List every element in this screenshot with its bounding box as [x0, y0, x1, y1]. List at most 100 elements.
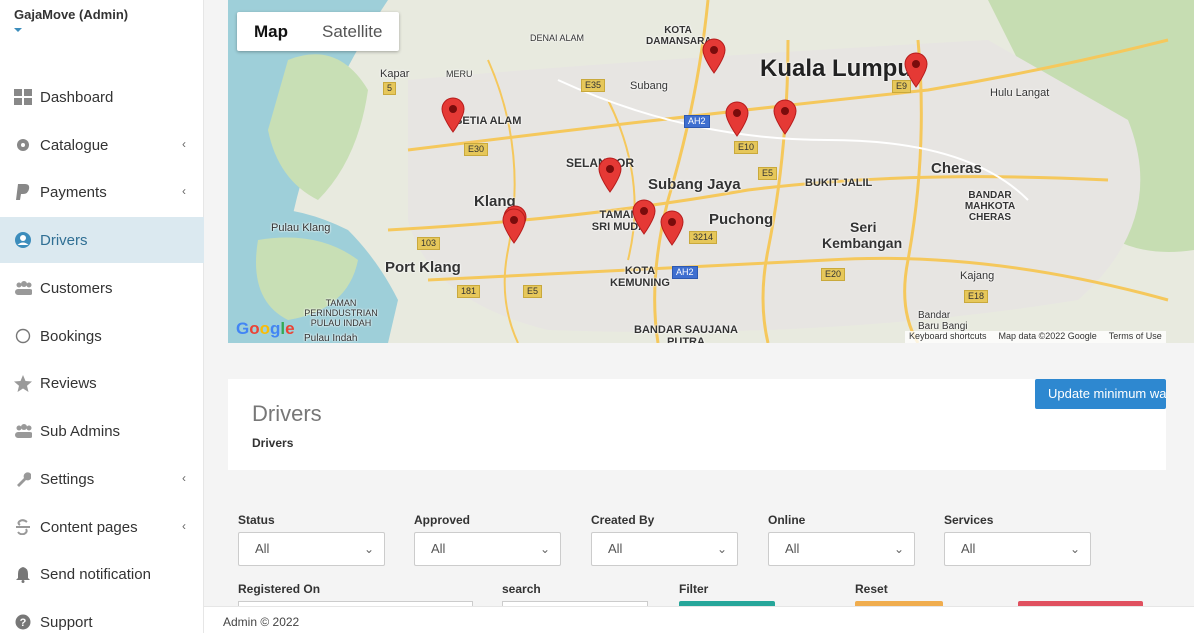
road-shield: E10 — [734, 141, 759, 154]
map-label-cheras: Cheras — [931, 160, 982, 177]
sidebar-item-label: Content pages — [40, 518, 138, 536]
footer-copyright: Admin © 2022 — [223, 615, 300, 629]
gear-icon — [14, 136, 32, 154]
driver-location-marker[interactable] — [904, 52, 928, 88]
search-label: search — [502, 582, 541, 596]
driver-location-marker[interactable] — [773, 99, 797, 135]
sidebar-item-catalogue[interactable]: Catalogue ‹ — [0, 122, 204, 168]
online-label: Online — [768, 513, 806, 527]
map-label-kuala-lumpur: Kuala Lumpur — [760, 55, 922, 82]
chevron-left-icon: ‹ — [182, 471, 186, 485]
approved-label: Approved — [414, 513, 471, 527]
created-by-select[interactable]: All ⌄ — [591, 532, 738, 566]
terms-of-use-link[interactable]: Terms of Use — [1109, 331, 1162, 343]
update-minimum-wallet-button[interactable]: Update minimum wallet — [1035, 379, 1166, 409]
keyboard-shortcuts-link[interactable]: Keyboard shortcuts — [909, 331, 987, 343]
map-type-satellite-button[interactable]: Satellite — [305, 12, 399, 51]
road-shield: 181 — [457, 285, 481, 298]
chevron-down-icon: ⌄ — [363, 542, 374, 556]
registered-on-label: Registered On — [238, 582, 321, 596]
drivers-map[interactable]: Map Satellite Kuala Lumpur Subang Jaya K… — [228, 0, 1194, 343]
map-type-map-button[interactable]: Map — [237, 12, 305, 51]
sidebar-item-support[interactable]: ? Support — [0, 599, 204, 633]
strikethrough-icon — [14, 518, 32, 536]
road-shield: E5 — [523, 285, 543, 298]
map-label-kota-kemuning: KOTA KEMUNING — [610, 265, 670, 289]
paypal-icon — [14, 183, 32, 201]
sidebar-item-label: Reviews — [40, 374, 97, 392]
map-label-taman-perindustrian: TAMAN PERINDUSTRIAN PULAU INDAH — [304, 298, 378, 328]
road-shield: 3214 — [689, 231, 718, 244]
users-icon — [14, 279, 32, 297]
driver-location-marker[interactable] — [725, 101, 749, 137]
online-select[interactable]: All ⌄ — [768, 532, 915, 566]
sidebar-item-label: Dashboard — [40, 88, 114, 106]
map-label-bandar-baru-bangi: Bandar Baru Bangi — [918, 310, 968, 332]
chevron-down-icon: ⌄ — [1069, 542, 1080, 556]
sidebar: GajaMove (Admin) Dashboard Catalogue ‹ P… — [0, 0, 204, 633]
map-label-kajang: Kajang — [960, 270, 995, 282]
approved-select-value: All — [431, 541, 446, 556]
approved-select[interactable]: All ⌄ — [414, 532, 561, 566]
driver-location-marker[interactable] — [660, 210, 684, 246]
services-select-value: All — [961, 541, 976, 556]
road-shield: E18 — [964, 290, 989, 303]
sidebar-item-label: Customers — [40, 279, 113, 297]
brand-name[interactable]: GajaMove (Admin) — [14, 7, 128, 22]
question-circle-icon: ? — [14, 613, 32, 631]
map-label-pulau-klang: Pulau Klang — [271, 222, 331, 234]
status-label: Status — [238, 513, 275, 527]
map-label-hulu-langat: Hulu Langat — [990, 87, 1050, 99]
driver-location-marker[interactable] — [702, 38, 726, 74]
map-label-seri: Seri — [850, 219, 877, 235]
map-label-kembangan: Kembangan — [822, 235, 903, 251]
sidebar-item-label: Support — [40, 613, 93, 631]
online-select-value: All — [785, 541, 800, 556]
road-shield: AH2 — [684, 115, 710, 128]
svg-text:?: ? — [20, 617, 27, 629]
map-label-subang: Subang — [630, 80, 668, 92]
circle-icon — [14, 327, 32, 345]
map-label-bandar-saujana-putra: BANDAR SAUJANA PUTRA — [634, 324, 738, 343]
sidebar-item-bookings[interactable]: Bookings — [0, 313, 204, 359]
sidebar-item-label: Bookings — [40, 327, 102, 345]
sidebar-item-customers[interactable]: Customers — [0, 265, 204, 311]
sidebar-item-sub-admins[interactable]: Sub Admins — [0, 408, 204, 454]
status-select[interactable]: All ⌄ — [238, 532, 385, 566]
sidebar-item-content-pages[interactable]: Content pages ‹ — [0, 504, 204, 550]
sidebar-item-label: Drivers — [40, 231, 88, 249]
sidebar-item-reviews[interactable]: Reviews — [0, 360, 204, 406]
map-label-port-klang: Port Klang — [385, 259, 461, 276]
map-label-kapar: Kapar — [380, 68, 410, 80]
user-circle-icon — [14, 231, 32, 249]
caret-down-icon[interactable] — [14, 28, 22, 32]
wrench-icon — [14, 470, 32, 488]
map-label-denai-alam: DENAI ALAM — [530, 33, 585, 43]
sidebar-item-drivers[interactable]: Drivers — [0, 217, 204, 263]
chevron-down-icon: ⌄ — [716, 542, 727, 556]
breadcrumb: Drivers — [252, 436, 294, 450]
map-label-kota-damansara: KOTA DAMANSARA — [646, 25, 712, 47]
driver-location-marker[interactable] — [632, 199, 656, 235]
sidebar-item-payments[interactable]: Payments ‹ — [0, 169, 204, 215]
services-select[interactable]: All ⌄ — [944, 532, 1091, 566]
map-label-pulau-indah: Pulau Indah — [304, 333, 358, 343]
road-shield: E5 — [758, 167, 778, 180]
footer: Admin © 2022 — [204, 606, 1194, 633]
road-shield: E20 — [821, 268, 846, 281]
map-label-bandar-mahkota-cheras: BANDAR MAHKOTA CHERAS — [964, 190, 1016, 223]
road-shield: AH2 — [672, 266, 698, 279]
road-shield: 5 — [383, 82, 397, 95]
sidebar-item-label: Sub Admins — [40, 422, 121, 440]
driver-location-marker[interactable] — [441, 97, 465, 133]
sidebar-item-dashboard[interactable]: Dashboard — [0, 74, 204, 120]
users-icon — [14, 422, 32, 440]
sidebar-item-send-notification[interactable]: Send notification — [0, 551, 204, 597]
driver-location-marker[interactable] — [598, 157, 622, 193]
driver-location-marker[interactable] — [502, 208, 526, 244]
reset-label: Reset — [855, 582, 888, 596]
sidebar-item-label: Settings — [40, 470, 95, 488]
drivers-panel: Drivers Drivers Update minimum wallet — [228, 379, 1166, 470]
chevron-left-icon: ‹ — [182, 137, 186, 151]
sidebar-item-settings[interactable]: Settings ‹ — [0, 456, 204, 502]
